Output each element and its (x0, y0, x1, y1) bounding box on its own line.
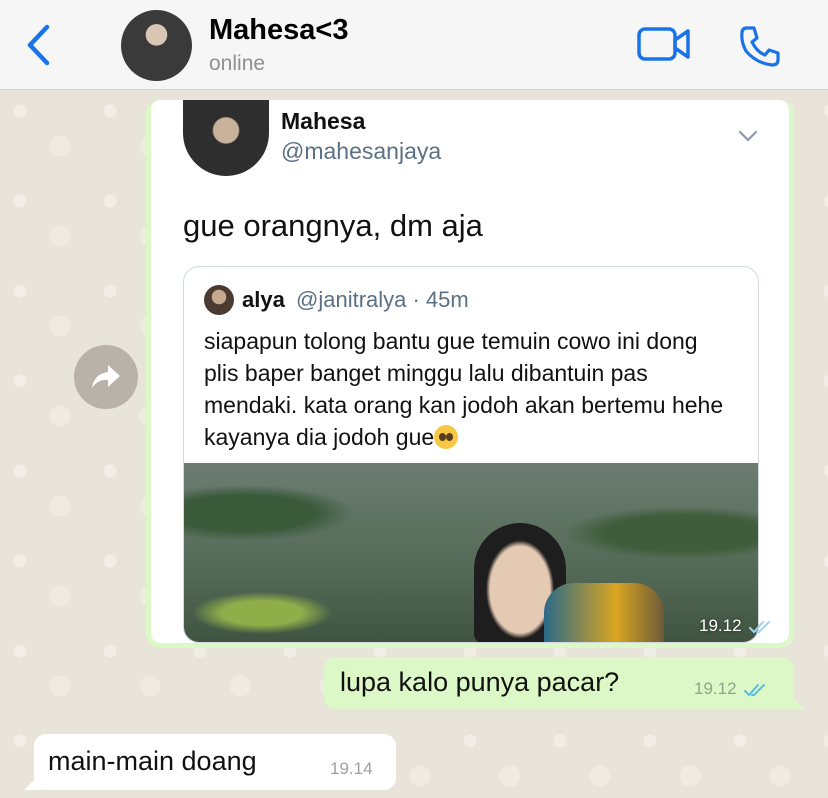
quoted-tweet-body: siapapun tolong bantu gue temuin cowo in… (204, 328, 724, 450)
chat-header: Mahesa<3 online (0, 0, 828, 90)
double-check-icon (748, 620, 770, 633)
pleading-face-emoji-icon (434, 425, 459, 449)
incoming-message-bubble[interactable]: main-main doang 19.14 (24, 734, 396, 790)
quoted-author-avatar (204, 285, 234, 315)
chevron-down-icon (736, 124, 760, 148)
outgoing-message-bubble[interactable]: lupa kalo punya pacar? 19.12 (324, 657, 804, 709)
outgoing-message-text: lupa kalo punya pacar? (340, 667, 620, 697)
image-message-timestamp: 19.12 (699, 616, 774, 636)
contact-name[interactable]: Mahesa<3 (209, 14, 348, 47)
voice-call-button[interactable] (738, 24, 782, 68)
image-message-bubble[interactable]: Mahesa @mahesanjaya gue orangnya, dm aja… (146, 100, 794, 648)
video-camera-icon (637, 27, 690, 61)
quoted-tweet-photo (184, 463, 758, 642)
outgoing-message-timestamp: 19.12 (694, 679, 769, 699)
phone-icon (740, 26, 780, 67)
contact-avatar[interactable] (121, 10, 192, 81)
quoted-author-name: alya (242, 287, 285, 312)
incoming-message-time: 19.14 (330, 759, 373, 778)
outgoing-message-time: 19.12 (694, 679, 737, 698)
tweet-author-avatar (183, 100, 269, 176)
tweet-author-name: Mahesa (281, 108, 366, 134)
contact-status: online (209, 52, 266, 75)
quoted-tweet: alya @janitralya · 45m siapapun tolong b… (183, 266, 759, 643)
quoted-author-meta: @janitralya · 45m (296, 287, 469, 312)
incoming-message-text: main-main doang (48, 746, 257, 776)
back-button[interactable] (20, 22, 56, 68)
forward-arrow-icon (92, 365, 120, 388)
photo-backpack (544, 583, 664, 642)
chevron-left-icon (27, 24, 50, 66)
double-check-icon (743, 683, 765, 696)
forward-button[interactable] (74, 345, 138, 409)
tweet-author-handle: @mahesanjaya (281, 138, 442, 164)
image-message-time: 19.12 (699, 616, 742, 635)
video-call-button[interactable] (636, 24, 692, 64)
tweet-screenshot[interactable]: Mahesa @mahesanjaya gue orangnya, dm aja… (151, 100, 789, 643)
tweet-text: gue orangnya, dm aja (183, 208, 483, 243)
quoted-tweet-text: siapapun tolong bantu gue temuin cowo in… (204, 325, 724, 453)
